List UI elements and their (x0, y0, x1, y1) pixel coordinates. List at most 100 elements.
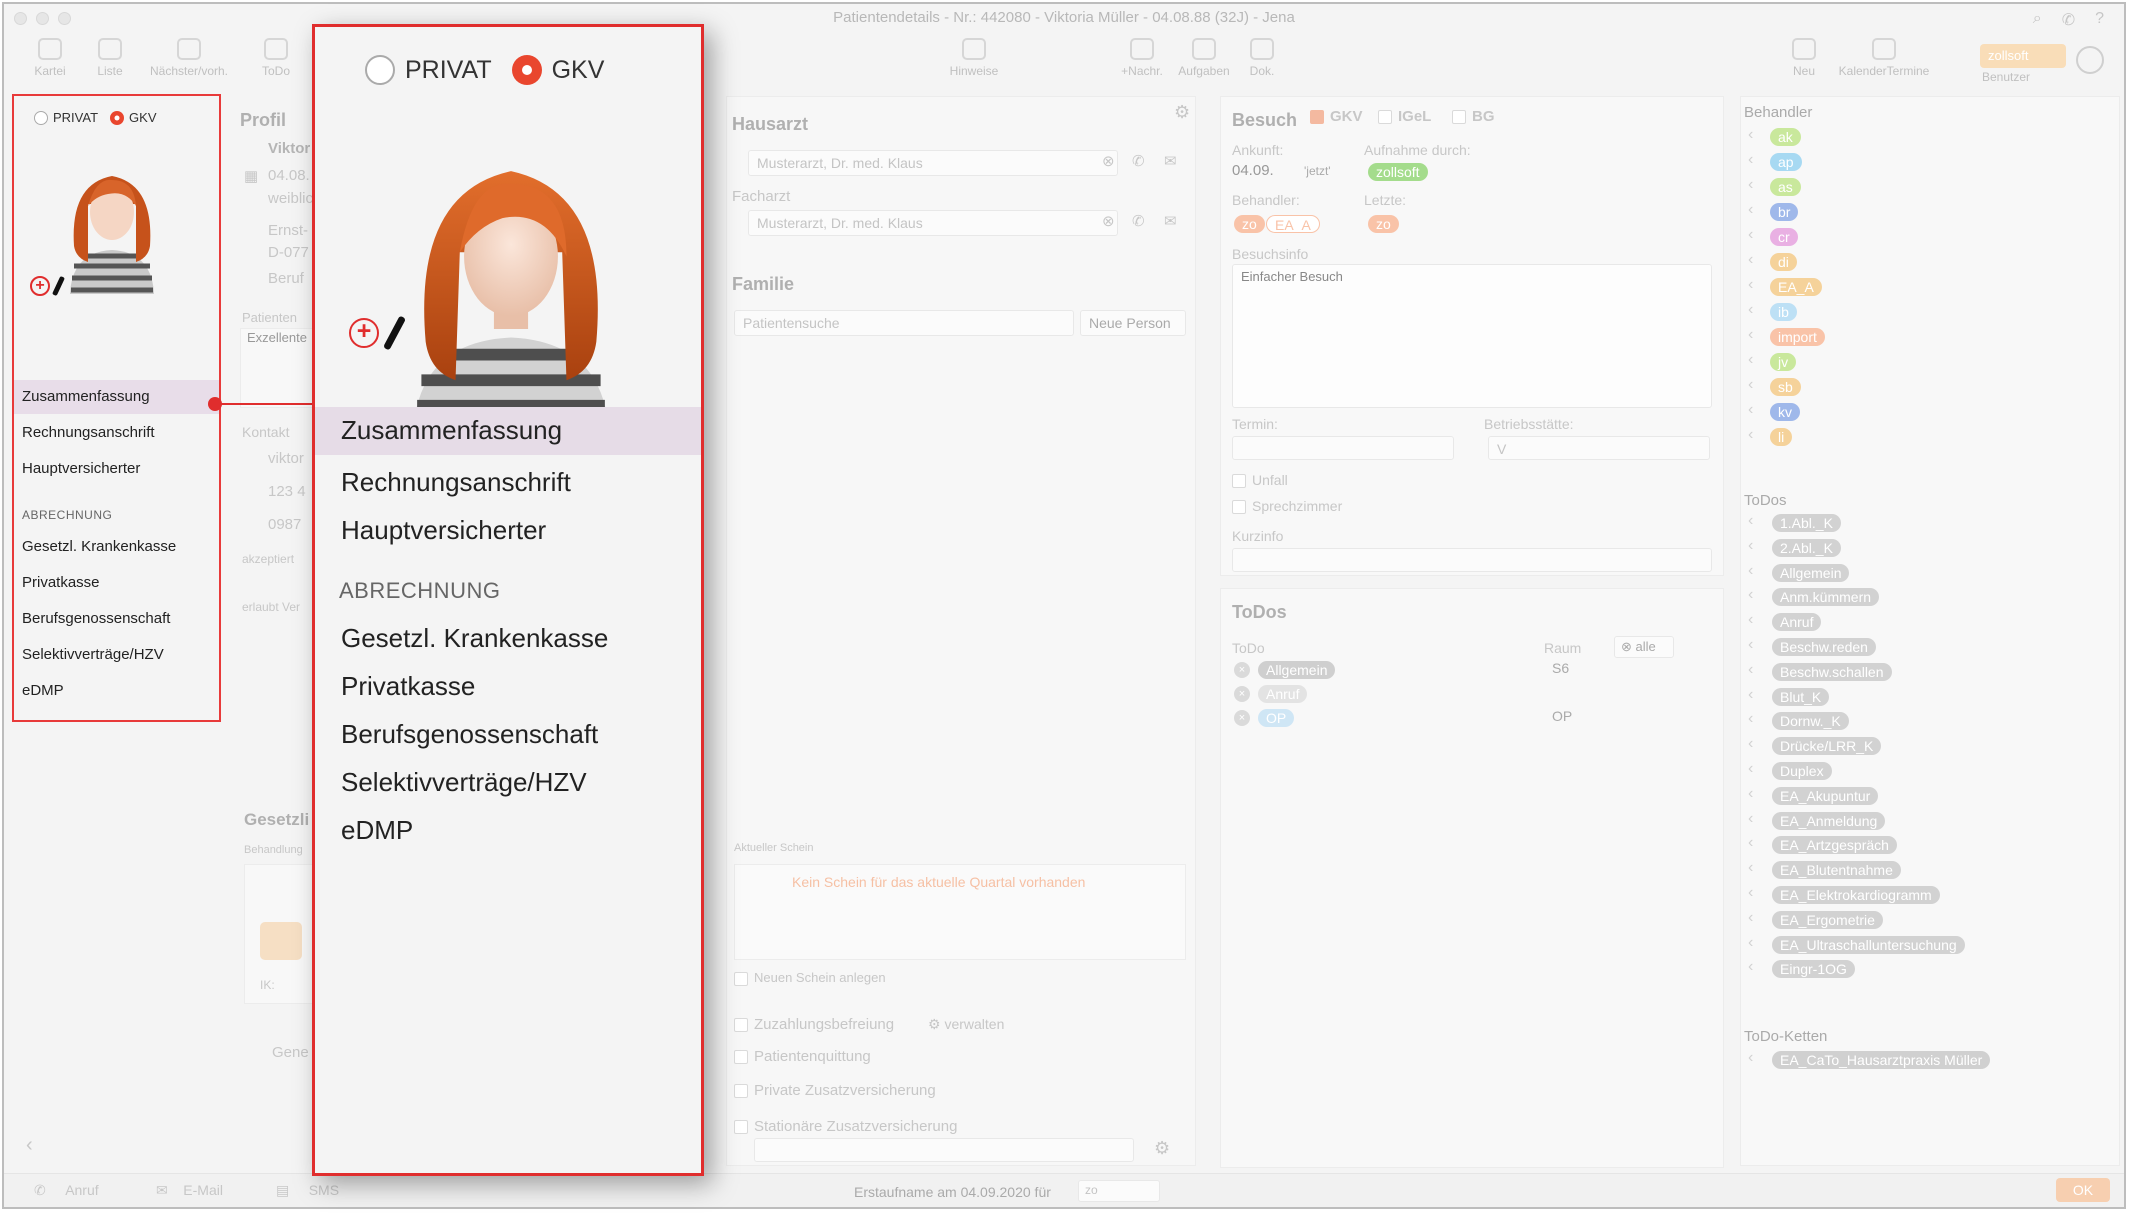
alle-filter-button[interactable]: ⊗ alle (1614, 636, 1674, 658)
todo-list-tag[interactable]: EA_Anmeldung (1772, 811, 1886, 830)
privat-radio[interactable] (365, 55, 395, 85)
behandler-tag[interactable]: EA_A (1266, 215, 1320, 233)
chevron-left-icon[interactable]: ‹ (1748, 126, 1753, 144)
todo-list-tag[interactable]: EA_Ultraschalluntersuchung (1772, 935, 1965, 954)
gkv-radio[interactable] (110, 110, 125, 125)
patienteninfo-field[interactable]: Exzellente (240, 328, 320, 408)
chevron-left-icon[interactable]: ‹ (1748, 909, 1753, 927)
window-controls[interactable] (14, 12, 71, 25)
checkbox[interactable] (734, 1120, 748, 1135)
erstaufnahme-select[interactable]: zo (1078, 1180, 1160, 1202)
clear-icon[interactable]: ⊗ (1102, 212, 1115, 230)
chevron-left-icon[interactable]: ‹ (1748, 276, 1753, 294)
remove-todo-icon[interactable]: × (1234, 662, 1250, 678)
quittung-checkbox[interactable]: Patientenquittung (734, 1048, 871, 1065)
behandler-list-tag[interactable]: cr (1770, 228, 1798, 246)
todo-list-tag[interactable]: EA_Akupuntur (1772, 786, 1879, 805)
nav-selektivvertraege[interactable]: Selektivverträge/HZV (315, 759, 701, 806)
todo-list-tag[interactable]: EA_Blutentnahme (1772, 861, 1901, 880)
zuzahlung-checkbox[interactable]: Zuzahlungsbefreiung (734, 1016, 894, 1033)
chevron-left-icon[interactable]: ‹ (1748, 760, 1753, 778)
kurzinfo-field[interactable] (1232, 548, 1712, 572)
verwalten-button[interactable]: ⚙ verwalten (928, 1016, 1004, 1033)
nav-edmp[interactable]: eDMP (315, 807, 701, 854)
chevron-left-icon[interactable]: ‹ (1748, 562, 1753, 580)
chevron-left-icon[interactable]: ‹ (1748, 686, 1753, 704)
todo-list-tag[interactable]: Blut_K (1772, 687, 1830, 706)
phone-icon[interactable]: ✆ (1132, 152, 1145, 170)
checkbox[interactable] (1310, 110, 1324, 125)
neue-person-button[interactable]: Neue Person (1080, 310, 1186, 336)
todo-list-tag[interactable]: 1.Abl._K (1772, 514, 1841, 532)
todo-list-tag[interactable]: Anm.kümmern (1772, 588, 1880, 607)
todo-tag[interactable]: OP (1258, 709, 1295, 727)
toolbar-liste-button[interactable]: Liste (70, 38, 150, 78)
behandler-list-tag[interactable]: kv (1770, 403, 1800, 421)
todo-tag[interactable]: Allgemein (1258, 661, 1336, 679)
todo-list-tag[interactable]: Beschw.schallen (1772, 662, 1892, 681)
chevron-left-icon[interactable]: ‹ (1748, 710, 1753, 728)
todo-list-tag[interactable]: EA_Artzgespräch (1772, 836, 1897, 855)
search-icon[interactable]: ⌕ (2033, 10, 2042, 30)
chevron-left-icon[interactable]: ‹ (1748, 251, 1753, 269)
stationaere-select[interactable] (754, 1138, 1134, 1162)
add-photo-icon[interactable]: + (349, 318, 379, 348)
nav-berufsgenossenschaft[interactable]: Berufsgenossenschaft (315, 711, 701, 758)
nav-berufsgenossenschaft[interactable]: Berufsgenossenschaft (14, 602, 219, 635)
nav-selektivvertraege[interactable]: Selektivverträge/HZV (14, 638, 219, 671)
behandler-list-tag[interactable]: import (1770, 328, 1825, 346)
behandler-list-tag[interactable]: sb (1770, 378, 1801, 396)
behandler-list-tag[interactable]: as (1770, 178, 1801, 196)
gear-icon[interactable]: ⚙ (1174, 102, 1190, 123)
todo-list-tag[interactable]: Eingr-1OG (1772, 960, 1855, 979)
checkbox[interactable] (1232, 500, 1246, 515)
behandler-list-tag[interactable]: jv (1770, 353, 1797, 371)
privat-radio[interactable] (34, 110, 48, 125)
besuchsinfo-field[interactable]: Einfacher Besuch (1232, 264, 1712, 408)
sms-button[interactable]: ▤ SMS (276, 1182, 339, 1199)
chevron-left-icon[interactable]: ‹ (1748, 326, 1753, 344)
email-button[interactable]: ✉ E-Mail (156, 1182, 223, 1199)
todo-tag[interactable]: Anruf (1258, 685, 1308, 703)
todo-list-tag[interactable]: Duplex (1772, 762, 1832, 780)
behandler-list-tag[interactable]: ak (1770, 128, 1801, 146)
minimize-window-button[interactable] (36, 12, 49, 25)
gear-icon[interactable]: ⚙ (1154, 1138, 1170, 1159)
collapse-sidebar-icon[interactable]: ‹ (26, 1134, 33, 1157)
ketten-tag[interactable]: EA_CaTo_Hausarztpraxis Müller (1772, 1051, 1991, 1069)
chevron-left-icon[interactable]: ‹ (1748, 934, 1753, 952)
todo-list-tag[interactable]: 2.Abl._K (1772, 538, 1841, 557)
behandler-tag[interactable]: zo (1234, 215, 1265, 233)
nav-zusammenfassung[interactable]: Zusammenfassung (315, 407, 701, 455)
chevron-left-icon[interactable]: ‹ (1748, 735, 1753, 753)
chevron-left-icon[interactable]: ‹ (1748, 636, 1753, 654)
phone-icon[interactable]: ✆ (1132, 212, 1145, 230)
neuen-schein-button[interactable]: Neuen Schein anlegen (734, 970, 886, 986)
mail-icon[interactable]: ✉ (1164, 152, 1177, 170)
private-zusatz-checkbox[interactable]: Private Zusatzversicherung (734, 1082, 936, 1099)
chevron-left-icon[interactable]: ‹ (1748, 512, 1753, 530)
chevron-left-icon[interactable]: ‹ (1748, 426, 1753, 444)
checkbox[interactable] (734, 1084, 748, 1099)
checkbox[interactable] (734, 971, 748, 986)
betriebsstaette-select[interactable]: V (1488, 436, 1710, 460)
toolbar-todo-button[interactable]: ToDo (236, 38, 316, 78)
behandler-list-tag[interactable]: di (1770, 253, 1797, 271)
chevron-left-icon[interactable]: ‹ (1748, 1049, 1753, 1067)
behandler-list-tag[interactable]: li (1770, 428, 1793, 446)
chevron-left-icon[interactable]: ‹ (1748, 176, 1753, 194)
chevron-left-icon[interactable]: ‹ (1748, 834, 1753, 852)
chevron-left-icon[interactable]: ‹ (1748, 376, 1753, 394)
toolbar-naechster-button[interactable]: Nächster/vorh. (144, 38, 234, 78)
behandler-list-tag[interactable]: br (1770, 203, 1799, 221)
hausarzt-field[interactable]: Musterarzt, Dr. med. Klaus (748, 150, 1118, 176)
nav-privatkasse[interactable]: Privatkasse (14, 566, 219, 599)
facharzt-field[interactable]: Musterarzt, Dr. med. Klaus (748, 210, 1118, 236)
chevron-left-icon[interactable]: ‹ (1748, 859, 1753, 877)
add-photo-icon[interactable]: + (30, 276, 50, 296)
chevron-left-icon[interactable]: ‹ (1748, 351, 1753, 369)
termin-field[interactable] (1232, 436, 1454, 460)
chevron-left-icon[interactable]: ‹ (1748, 151, 1753, 169)
toolbar-dok-button[interactable]: Dok. (1222, 38, 1302, 78)
bg-checkbox[interactable]: BG (1452, 108, 1495, 125)
